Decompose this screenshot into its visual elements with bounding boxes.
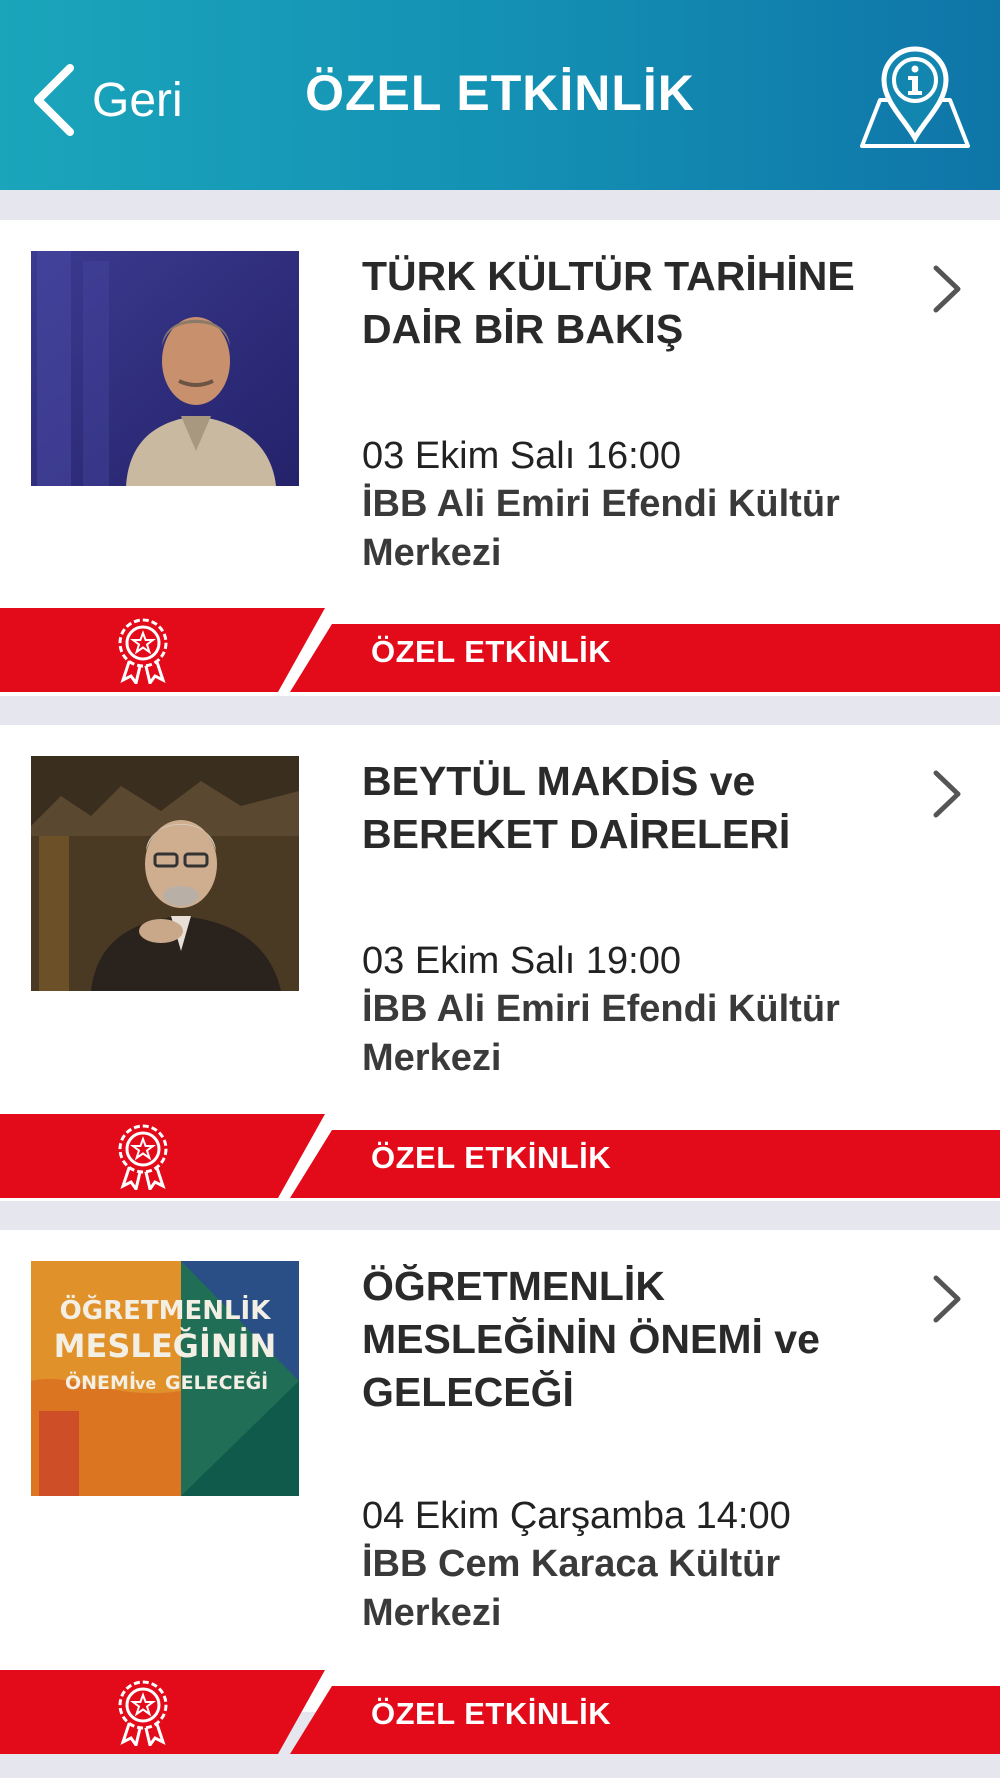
event-venue: İBB Ali Emiri Efendi Kültür Merkezi: [362, 483, 840, 574]
svg-text:GELECEĞİ: GELECEĞİ: [165, 1370, 268, 1394]
event-thumbnail: [31, 756, 299, 991]
event-tag-banner: ÖZEL ETKİNLİK: [0, 1114, 1000, 1198]
event-date: 04 Ekim Çarşamba 14:00: [362, 1495, 791, 1537]
svg-text:MESLEĞİNİN: MESLEĞİNİN: [54, 1326, 277, 1365]
event-title: BEYTÜL MAKDİS ve BEREKET DAİRELERİ: [362, 758, 791, 857]
chevron-right-icon[interactable]: [930, 1272, 964, 1326]
event-tag-banner: ÖZEL ETKİNLİK: [0, 608, 1000, 692]
event-tag-label: ÖZEL ETKİNLİK: [371, 634, 612, 669]
map-pin-info-icon[interactable]: [860, 40, 970, 152]
event-thumbnail: [31, 251, 299, 486]
event-venue: İBB Cem Karaca Kültür Merkezi: [362, 1543, 781, 1634]
award-rosette-icon: [115, 616, 171, 687]
chevron-right-icon[interactable]: [930, 767, 964, 821]
award-rosette-icon: [115, 1678, 171, 1749]
event-date: 03 Ekim Salı 19:00: [362, 940, 681, 982]
event-thumbnail: ÖĞRETMENLİK MESLEĞİNİN ÖNEMİ ve GELECEĞİ: [31, 1261, 299, 1496]
page-title: ÖZEL ETKİNLİK: [305, 65, 695, 121]
svg-text:ÖĞRETMENLİK: ÖĞRETMENLİK: [60, 1293, 272, 1326]
event-title: ÖĞRETMENLİK MESLEĞİNİN ÖNEMİ ve GELECEĞİ: [362, 1263, 820, 1415]
svg-text:ÖNEMİ: ÖNEMİ: [65, 1370, 136, 1394]
event-date: 03 Ekim Salı 16:00: [362, 435, 681, 477]
award-rosette-icon: [115, 1122, 171, 1193]
chevron-right-icon[interactable]: [930, 262, 964, 316]
svg-text:ve: ve: [135, 1374, 156, 1393]
event-tag-label: ÖZEL ETKİNLİK: [371, 1140, 612, 1175]
nav-header: Geri ÖZEL ETKİNLİK: [0, 0, 1000, 190]
event-tag-label: ÖZEL ETKİNLİK: [371, 1696, 612, 1731]
event-venue: İBB Ali Emiri Efendi Kültür Merkezi: [362, 988, 840, 1079]
event-tag-banner: ÖZEL ETKİNLİK: [0, 1670, 1000, 1754]
event-title: TÜRK KÜLTÜR TARİHİNE DAİR BİR BAKIŞ: [362, 253, 855, 352]
event-card[interactable]: ÖĞRETMENLİK MESLEĞİNİN ÖNEMİ ve GELECEĞİ…: [0, 1230, 1000, 1712]
